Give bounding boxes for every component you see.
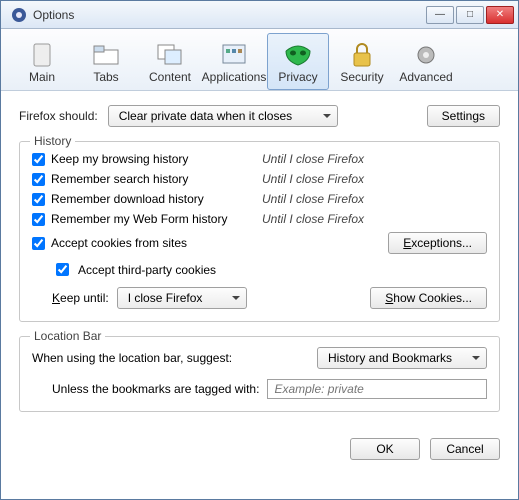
dialog-buttons: OK Cancel xyxy=(1,432,518,470)
tab-security[interactable]: Security xyxy=(331,33,393,90)
applications-icon xyxy=(221,43,247,67)
keep-browsing-checkbox[interactable]: Keep my browsing history xyxy=(32,152,262,166)
history-fieldset: History Keep my browsing history Until I… xyxy=(19,141,500,322)
ok-button[interactable]: OK xyxy=(350,438,420,460)
tab-advanced-label: Advanced xyxy=(399,70,452,84)
tab-advanced[interactable]: Advanced xyxy=(395,33,457,90)
keep-browsing-label: Keep my browsing history xyxy=(51,152,188,166)
tab-tabs[interactable]: Tabs xyxy=(75,33,137,90)
tag-exclude-input[interactable] xyxy=(267,379,487,399)
exceptions-button[interactable]: Exceptions... xyxy=(388,232,487,254)
tab-privacy[interactable]: Privacy xyxy=(267,33,329,90)
remember-search-checkbox[interactable]: Remember search history xyxy=(32,172,262,186)
history-grid: Keep my browsing history Until I close F… xyxy=(32,152,487,226)
firefox-should-row: Firefox should: Clear private data when … xyxy=(19,105,500,127)
unless-label: Unless the bookmarks are tagged with: xyxy=(52,382,259,396)
remember-download-until: Until I close Firefox xyxy=(262,192,422,206)
main-icon xyxy=(31,42,53,68)
panel-content: Firefox should: Clear private data when … xyxy=(1,91,518,432)
cancel-button[interactable]: Cancel xyxy=(430,438,500,460)
tab-tabs-label: Tabs xyxy=(93,70,118,84)
remember-search-until: Until I close Firefox xyxy=(262,172,422,186)
window-buttons: — □ ✕ xyxy=(426,6,514,24)
remember-webform-label: Remember my Web Form history xyxy=(51,212,227,226)
remember-webform-until: Until I close Firefox xyxy=(262,212,422,226)
tab-main[interactable]: Main xyxy=(11,33,73,90)
tab-applications[interactable]: Applications xyxy=(203,33,265,90)
location-bar-fieldset: Location Bar When using the location bar… xyxy=(19,336,500,412)
accept-third-label: Accept third-party cookies xyxy=(78,263,216,277)
options-window: Options — □ ✕ Main Tabs Content Applicat… xyxy=(0,0,519,500)
keep-until-row: Keep until: I close Firefox Show Cookies… xyxy=(32,287,487,309)
accept-cookies-label: Accept cookies from sites xyxy=(51,236,187,250)
suggest-label: When using the location bar, suggest: xyxy=(32,351,232,365)
tab-content[interactable]: Content xyxy=(139,33,201,90)
tabs-icon xyxy=(93,44,119,66)
tab-content-label: Content xyxy=(149,70,191,84)
location-suggest-row: When using the location bar, suggest: Hi… xyxy=(32,347,487,369)
firefox-should-label: Firefox should: xyxy=(19,109,98,123)
accept-third-party-checkbox[interactable]: Accept third-party cookies xyxy=(52,260,487,279)
location-unless-row: Unless the bookmarks are tagged with: xyxy=(52,379,487,399)
history-legend: History xyxy=(30,134,75,148)
accept-cookies-checkbox[interactable]: Accept cookies from sites xyxy=(32,236,187,250)
tab-main-label: Main xyxy=(29,70,55,84)
settings-button[interactable]: Settings xyxy=(427,105,500,127)
suggest-dropdown[interactable]: History and Bookmarks xyxy=(317,347,487,369)
remember-download-checkbox[interactable]: Remember download history xyxy=(32,192,262,206)
keep-browsing-until: Until I close Firefox xyxy=(262,152,422,166)
window-title: Options xyxy=(33,8,426,22)
privacy-mask-icon xyxy=(284,43,312,67)
category-toolbar: Main Tabs Content Applications Privacy S… xyxy=(1,29,518,91)
tab-security-label: Security xyxy=(340,70,383,84)
remember-search-label: Remember search history xyxy=(51,172,188,186)
advanced-gear-icon xyxy=(413,42,439,68)
tab-privacy-label: Privacy xyxy=(278,70,317,84)
tab-applications-label: Applications xyxy=(202,70,267,84)
close-button[interactable]: ✕ xyxy=(486,6,514,24)
firefox-should-value: Clear private data when it closes xyxy=(119,109,292,123)
show-cookies-button[interactable]: Show Cookies... xyxy=(370,287,487,309)
firefox-should-dropdown[interactable]: Clear private data when it closes xyxy=(108,105,338,127)
keep-until-value: I close Firefox xyxy=(128,291,203,305)
keep-until-dropdown[interactable]: I close Firefox xyxy=(117,287,247,309)
content-icon xyxy=(157,44,183,66)
keep-until-label: Keep until: xyxy=(52,291,109,305)
app-icon xyxy=(11,7,27,23)
remember-webform-checkbox[interactable]: Remember my Web Form history xyxy=(32,212,262,226)
security-lock-icon xyxy=(351,42,373,68)
accept-cookies-row: Accept cookies from sites Exceptions... xyxy=(32,232,487,254)
titlebar: Options — □ ✕ xyxy=(1,1,518,29)
remember-download-label: Remember download history xyxy=(51,192,204,206)
minimize-button[interactable]: — xyxy=(426,6,454,24)
suggest-value: History and Bookmarks xyxy=(328,351,452,365)
maximize-button[interactable]: □ xyxy=(456,6,484,24)
location-legend: Location Bar xyxy=(30,329,105,343)
